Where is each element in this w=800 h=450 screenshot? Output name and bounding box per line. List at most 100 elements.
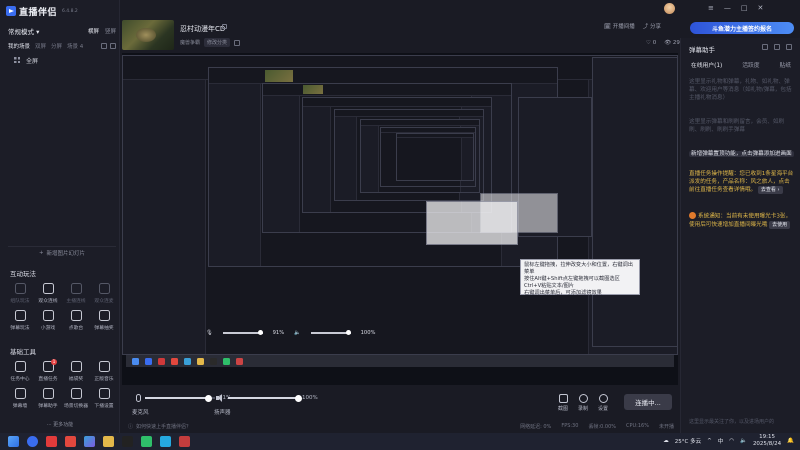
change-category-button[interactable]: 修改分类 [204,38,231,47]
tab-stickers[interactable]: 贴纸 [779,60,791,69]
tool-danmaku-lottery[interactable]: 弹幕抽奖 [90,310,118,331]
notification-icon[interactable]: 🔔 [787,438,794,444]
use-card-button[interactable]: 去使用 [769,220,791,229]
help-hint[interactable]: ⓘ 如何快速上手直播伴侣？ [128,423,191,430]
scene-item-label: 全屏 [26,57,39,65]
wechat-icon[interactable] [141,436,152,447]
kk-app-icon[interactable] [122,436,133,447]
share-button[interactable]: ⤴ 分享 [643,22,661,30]
tool-danmaku-wall[interactable]: 弹幕墙 [6,388,34,409]
wps-icon[interactable] [46,436,57,447]
tooltip-card: 鼠标左键拖拽，拉伸改变大小和位置，右键调出菜单 按住Alt键+Shift点左键拖… [520,259,640,296]
weather-text: 25°C 多云 [674,438,702,445]
mirror-audio-toolbar: 🎙 91% 🔈 100% [206,330,376,336]
tray-arrow-icon[interactable]: ^ [707,438,712,444]
mic-link-icon [98,283,110,294]
live-companion-icon[interactable] [179,436,190,447]
tool-danmaku-assistant[interactable]: 弹幕助手 [34,388,62,409]
shield-icon [42,283,54,294]
mode-row: 常规模式 ▾ 横屏 竖屏 [8,26,116,36]
tab-scene-4[interactable]: 场景 4 [67,42,83,50]
windows-start-icon[interactable] [8,436,19,447]
edit-icon[interactable] [222,24,227,29]
tool-viewer-link[interactable]: 观众连线 [34,283,62,304]
grid-icon [14,57,20,63]
more-functions-button[interactable]: ··· 更多功能 [0,421,120,428]
open-room-button[interactable]: 🗓 开播间播 [604,22,635,30]
share-small-icon[interactable] [234,39,241,46]
ai-app-icon[interactable] [84,436,95,447]
interactive-title: 互动玩法 [10,270,36,278]
scene-item[interactable]: 全屏 [8,55,116,65]
gamepad-icon [42,310,54,321]
volume-icon[interactable]: 🔈 [740,438,747,444]
language-indicator[interactable]: 中 [718,437,724,445]
danmaku-tabs: 在线用户(1) 活跃度 贴纸 [681,60,800,69]
add-slideshow-button[interactable]: + 新增图片幻灯片 [8,246,116,258]
tab-my-scene[interactable]: 我的场景 [8,42,30,50]
record-button[interactable]: 录制 [578,394,588,412]
browser-icon[interactable] [27,436,38,447]
app-name: 直播伴侣 [19,7,58,18]
tab-dual-screen[interactable]: 双屏 [35,42,46,50]
view-task-button[interactable]: 去查看 › [757,186,783,194]
gear-icon [598,394,608,403]
mode-dropdown[interactable]: 常规模式 ▾ [8,26,39,36]
wifi-icon[interactable]: ◠ [729,438,734,444]
download-icon [98,361,110,372]
tool-mini-game[interactable]: 小游戏 [34,310,62,331]
filter-icon[interactable] [762,44,768,50]
danmaku-message: 这里显示弹幕和刷刷留言，会员、如刷刷、刷刷、刷刷手弹幕 [689,119,785,133]
tool-anchor-link[interactable]: 主播连线 [62,283,90,304]
danmaku-icon [14,310,26,321]
tool-song-request[interactable]: 点歌台 [62,310,90,331]
tab-portrait[interactable]: 竖屏 [105,27,116,35]
stream-thumbnail[interactable] [122,20,174,50]
maximize-icon[interactable]: □ [741,4,748,12]
tool-scene-switcher[interactable]: 场景切换器 [62,388,90,409]
status-bar: ⓘ 如何快速上手直播伴侣？ 网络延迟: 0% FPS:30 丢帧:0.00% C… [122,421,678,431]
tool-viewer-mic[interactable]: 观众连麦 [90,283,118,304]
gear-icon[interactable] [774,44,780,50]
scene-settings-icon[interactable] [110,43,116,49]
clock[interactable]: 19:15 2025/8/24 [753,434,781,447]
stream-preview[interactable]: 鼠标左键拖拽，拉伸改变大小和位置，右键调出菜单 按住Alt键+Shift点左键拖… [122,53,678,385]
folder-icon[interactable] [103,436,114,447]
mic-volume-slider[interactable] [145,394,215,402]
screenshot-button[interactable]: 截图 [558,394,568,412]
tab-split-screen[interactable]: 分屏 [51,42,62,50]
tab-activity[interactable]: 活跃度 [742,60,759,69]
system-icon [689,212,696,219]
tool-music[interactable]: 正版音乐 [90,361,118,382]
tool-offline-settings[interactable]: 下播设置 [90,388,118,409]
avatar[interactable] [664,3,675,14]
speaker-icon[interactable] [216,394,224,402]
danmaku-footer: 这里显示最关注了你，以及进场用户的 [689,419,775,425]
popout-icon[interactable] [786,44,792,50]
weather-icon[interactable]: ☁ [663,438,669,444]
minimize-icon[interactable]: — [724,4,731,12]
go-live-button[interactable]: 连播中... [624,394,672,410]
window-controls: ≡ — □ ✕ [708,4,763,12]
close-icon[interactable]: ✕ [758,4,764,12]
add-scene-icon[interactable] [101,43,107,49]
microphone-icon[interactable] [136,394,141,402]
tool-lucky-bag[interactable]: 福袋奖 [62,361,90,382]
lottery-icon [98,310,110,321]
mirror-side-panel [592,57,678,347]
stream-title[interactable]: 忍村动漫年CD [180,24,225,34]
link-icon [70,283,82,294]
tab-landscape[interactable]: 横屏 [88,27,99,35]
speaker-volume-slider[interactable] [228,394,302,402]
chat-app-icon[interactable] [160,436,171,447]
promo-banner[interactable]: 斗鱼潜力主播签约报名 [690,22,794,34]
tool-danmaku-play[interactable]: 弹幕玩法 [6,310,34,331]
settings-button[interactable]: 设置 [598,394,608,412]
pdf-icon[interactable] [65,436,76,447]
tool-task-center[interactable]: 任务中心 [6,361,34,382]
tab-online-users[interactable]: 在线用户(1) [691,60,722,69]
task-icon [14,361,26,372]
tool-team-play[interactable]: 组队玩法 [6,283,34,304]
tool-live-task[interactable]: 1 直播任务 [34,359,62,382]
menu-icon[interactable]: ≡ [708,4,714,12]
